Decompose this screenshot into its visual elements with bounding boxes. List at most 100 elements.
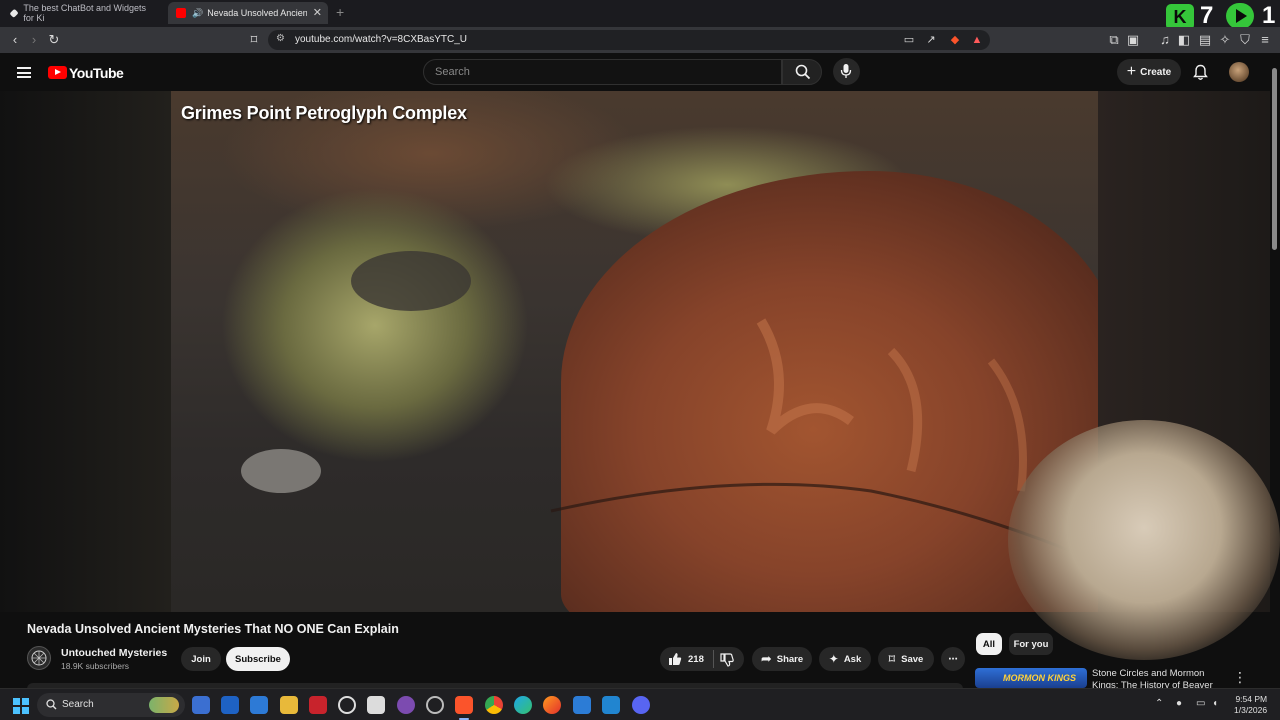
thumbs-down-icon [720,653,734,667]
save-button[interactable]: ⌑ Save [878,647,934,671]
streamer-webcam-overlay [1008,420,1280,660]
terminal-icon[interactable] [367,696,385,714]
chip-for-you[interactable]: For you [1009,633,1053,655]
chatbot-favicon-icon [9,8,19,18]
overlay-counter-right: 1 [1262,2,1276,29]
ask-label: Ask [843,653,862,665]
back-icon[interactable]: ‹ [6,31,24,49]
reload-icon[interactable]: ↻ [45,31,63,49]
edge-icon[interactable] [514,696,532,714]
clock-icon[interactable] [338,696,356,714]
share-button[interactable]: ➦ Share [752,647,812,671]
tab-title: The best ChatBot and Widgets for Ki [23,3,146,23]
chip-all[interactable]: All [976,633,1002,655]
bookmark-save-icon: ⌑ [888,652,896,666]
file-explorer-icon[interactable] [280,696,298,714]
forward-icon[interactable]: › [25,31,43,49]
windows-start-icon[interactable] [13,698,29,714]
search-input[interactable]: Search [423,59,782,85]
app-icon[interactable] [250,696,268,714]
notifications-bell-icon[interactable] [1193,64,1208,81]
address-bar[interactable]: ⚙ youtube.com/watch?v=8CXBasYTC_U ▭ ↗ ◆ … [268,30,990,50]
share-label: Share [776,653,804,665]
tab-chatbot[interactable]: The best ChatBot and Widgets for Ki [3,2,165,24]
channel-avatar[interactable] [27,646,51,670]
like-dislike-divider [713,650,714,668]
search-icon [46,699,57,710]
share-icon: ➦ [760,651,772,666]
tray-display-icon[interactable]: ▭ [1196,698,1205,709]
recommended-more-icon[interactable]: ⋮ [1233,669,1247,686]
search-button[interactable] [782,59,822,85]
plus-icon: + [1126,63,1137,80]
video-title: Nevada Unsolved Ancient Mysteries That N… [27,622,399,636]
recommended-video-title[interactable]: Stone Circles and Mormon Kings: The Hist… [1092,668,1222,688]
join-button[interactable]: Join [181,647,221,671]
audio-playing-icon[interactable]: 🔊 [192,8,203,19]
video-player[interactable]: Grimes Point Petroglyph Complex [171,91,1098,612]
infinity-icon[interactable] [573,696,591,714]
taskbar-search-input[interactable]: Search [37,693,185,717]
overlay-counter-left: 7 [1200,2,1214,29]
vscode-icon[interactable] [602,696,620,714]
wallet-icon[interactable]: ▣ [1124,31,1142,49]
ask-button[interactable]: ✦ Ask [819,647,871,671]
recommended-video-thumbnail[interactable]: MORMON KINGS [975,668,1087,688]
dislike-button[interactable] [716,652,740,668]
bookmark-icon[interactable]: ⌑ [245,31,263,49]
youtube-favicon-icon [176,8,186,18]
firefox-icon[interactable] [543,696,561,714]
tab-search-icon[interactable]: ▤ [1196,31,1214,49]
youtube-logo-text[interactable]: YouTube [69,65,124,81]
chrome-icon[interactable] [485,696,503,714]
subscribe-button[interactable]: Subscribe [226,647,290,671]
browser-toolbar: ‹ › ↻ ⌑ ⚙ youtube.com/watch?v=8CXBasYTC_… [0,27,1280,53]
chatbot-icon[interactable] [192,696,210,714]
microphone-icon [840,64,852,78]
search-icon [795,64,811,80]
windows-taskbar: Search ⌃ ● ▭ ◖ 9:54 PM 1/3/2026 [0,688,1280,720]
vpn-shield-icon[interactable]: ⛉ [1236,31,1254,49]
sparkle-icon: ✦ [828,652,839,666]
menu-icon[interactable]: ≡ [1256,31,1274,49]
sidebar-icon[interactable]: ◧ [1175,31,1193,49]
outlook-icon[interactable] [221,696,239,714]
hamburger-menu-icon[interactable] [17,67,31,78]
share-page-icon[interactable]: ↗ [922,31,940,49]
extensions-icon[interactable]: ⧉ [1105,31,1123,49]
tray-mic-icon[interactable]: ● [1176,698,1182,709]
petroglyph-carvings [241,251,1072,553]
cast-icon[interactable]: ▭ [900,31,918,49]
voice-search-button[interactable] [833,58,860,85]
youtube-logo-icon[interactable] [48,66,67,79]
tray-volume-icon[interactable]: ◖ [1212,698,1218,709]
media-icon[interactable]: ♫ [1156,31,1174,49]
save-label: Save [901,653,924,665]
page-scrollbar[interactable] [1272,68,1277,250]
brave-shields-icon[interactable]: ◆ [946,31,964,49]
tab-close-icon[interactable]: ✕ [313,6,322,19]
user-avatar[interactable] [1229,62,1249,82]
video-backdrop-left [0,91,171,612]
new-tab-button[interactable]: + [336,4,344,20]
clock-area[interactable]: 9:54 PM 1/3/2026 [1234,694,1267,716]
discord-icon[interactable] [632,696,650,714]
video-overlay-title: Grimes Point Petroglyph Complex [181,103,467,123]
thumbnail-text: MORMON KINGS [1003,673,1076,683]
tor-icon[interactable] [397,696,415,714]
leo-ai-icon[interactable]: ✧ [1216,31,1234,49]
tray-time: 9:54 PM [1235,694,1268,704]
channel-name[interactable]: Untouched Mysteries [61,647,167,659]
search-placeholder: Search [435,66,470,78]
site-info-icon[interactable]: ⚙ [276,33,285,44]
url-text: youtube.com/watch?v=8CXBasYTC_U [295,34,468,45]
tab-title: Nevada Unsolved Ancient My [207,8,308,18]
tab-youtube-video[interactable]: 🔊 Nevada Unsolved Ancient My ✕ [168,2,328,24]
brave-rewards-icon[interactable]: ▲ [968,31,986,49]
brave-icon[interactable] [455,696,473,714]
more-actions-button[interactable]: ⋯ [941,647,965,671]
news-icon[interactable] [309,696,327,714]
tray-overflow-icon[interactable]: ⌃ [1155,698,1163,709]
create-button[interactable]: + Create [1117,59,1181,85]
git-icon[interactable] [426,696,444,714]
